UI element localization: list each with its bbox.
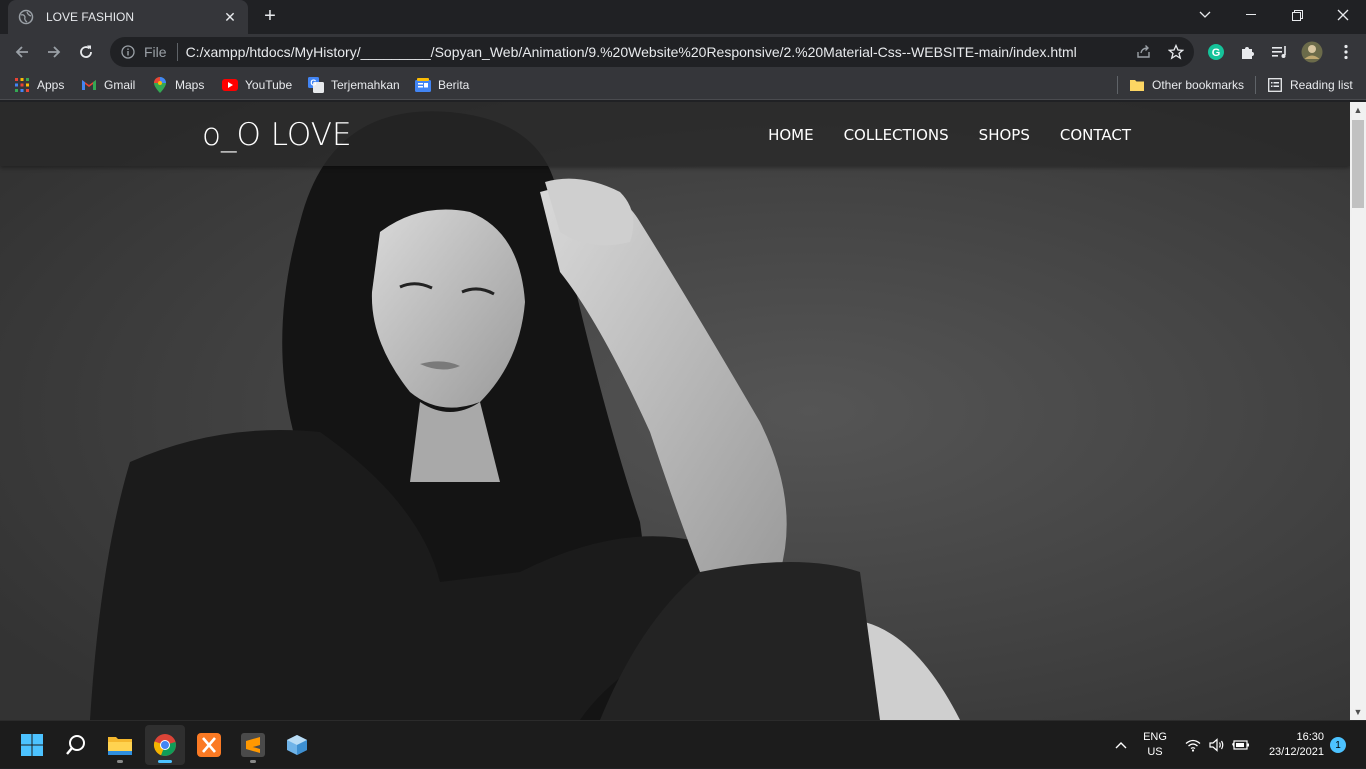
reading-list-button[interactable]: Reading list — [1267, 75, 1353, 95]
input-language-indicator[interactable]: ENG US — [1136, 721, 1174, 769]
bookmarks-divider — [1117, 76, 1118, 94]
bookmark-translate[interactable]: G Terjemahkan — [308, 75, 400, 95]
url-text[interactable]: C:/xampp/htdocs/MyHistory/_________/Sopy… — [186, 44, 1194, 60]
bookmarks-bar: Apps Gmail Maps YouTube G Terjemahkan Be… — [0, 70, 1366, 100]
nav-menu: HOME COLLECTIONS SHOPS CONTACT — [768, 126, 1131, 144]
wifi-icon[interactable] — [1182, 721, 1204, 769]
other-bookmarks-folder[interactable]: Other bookmarks — [1129, 75, 1244, 95]
bookmark-apps[interactable]: Apps — [14, 75, 64, 95]
youtube-icon — [222, 77, 238, 93]
reading-list-icon — [1267, 77, 1283, 93]
news-icon — [415, 77, 431, 93]
nav-collections-link[interactable]: COLLECTIONS — [844, 126, 949, 144]
running-indicator — [117, 760, 123, 763]
svg-text:G: G — [310, 79, 316, 88]
keyboard-layout: US — [1147, 746, 1163, 758]
media-control-icon[interactable] — [1266, 38, 1294, 66]
site-navbar: o_O LOVE HOME COLLECTIONS SHOPS CONTACT — [0, 102, 1350, 166]
folder-icon — [1129, 77, 1145, 93]
forward-button[interactable] — [40, 38, 68, 66]
scroll-up-arrow-icon[interactable]: ▲ — [1350, 102, 1366, 118]
windows-taskbar: ENG US 16:30 23/12/2021 1 — [0, 720, 1366, 768]
battery-icon[interactable] — [1230, 721, 1252, 769]
virtualbox-cube-icon[interactable] — [277, 725, 317, 765]
bookmark-star-icon[interactable] — [1167, 43, 1185, 63]
apps-grid-icon — [14, 77, 30, 93]
page-scrollbar[interactable]: ▲ ▼ — [1350, 102, 1366, 720]
new-tab-button[interactable]: + — [258, 6, 282, 28]
bookmark-gmail[interactable]: Gmail — [81, 75, 135, 95]
scroll-down-arrow-icon[interactable]: ▼ — [1350, 704, 1366, 720]
scrollbar-thumb[interactable] — [1352, 120, 1364, 208]
file-explorer-icon[interactable] — [100, 725, 140, 765]
extensions-puzzle-icon[interactable] — [1234, 38, 1262, 66]
show-hidden-icons-chevron-icon[interactable] — [1110, 721, 1132, 769]
sublime-text-icon[interactable] — [233, 725, 273, 765]
site-logo[interactable]: o_O LOVE — [202, 117, 352, 153]
browser-tab[interactable]: LOVE FASHION ✕ — [8, 0, 248, 34]
clock-date-text: 23/12/2021 — [1268, 746, 1324, 758]
bookmark-label: YouTube — [245, 78, 293, 92]
back-button[interactable] — [8, 38, 36, 66]
bookmark-label: Terjemahkan — [331, 78, 400, 92]
bookmark-news[interactable]: Berita — [415, 75, 469, 95]
gmail-icon — [81, 77, 97, 93]
profile-avatar[interactable] — [1298, 38, 1326, 66]
tab-title: LOVE FASHION — [46, 10, 135, 24]
close-tab-icon[interactable]: ✕ — [222, 9, 238, 25]
address-divider — [176, 43, 178, 61]
grammarly-extension-icon[interactable]: G — [1202, 38, 1230, 66]
tab-search-icon[interactable] — [1182, 0, 1228, 30]
tab-strip: LOVE FASHION ✕ + — [0, 0, 1366, 34]
nav-shops-link[interactable]: SHOPS — [979, 126, 1030, 144]
bookmark-maps[interactable]: Maps — [152, 75, 204, 95]
reading-list-label: Reading list — [1290, 78, 1353, 92]
chrome-taskbar-icon[interactable] — [145, 725, 185, 765]
clock-date[interactable]: 16:30 23/12/2021 — [1258, 721, 1324, 769]
nav-home-link[interactable]: HOME — [768, 126, 814, 144]
xampp-icon[interactable] — [189, 725, 229, 765]
svg-text:G: G — [1212, 47, 1221, 59]
share-icon[interactable] — [1136, 44, 1152, 63]
url-scheme-label: File — [144, 44, 167, 60]
chrome-menu-icon[interactable] — [1332, 38, 1360, 66]
search-icon[interactable] — [56, 725, 96, 765]
close-window-button[interactable] — [1320, 0, 1366, 30]
minimize-window-button[interactable] — [1228, 0, 1274, 30]
notification-badge[interactable]: 1 — [1330, 737, 1346, 753]
globe-icon — [18, 9, 34, 25]
windows-start-icon[interactable] — [12, 725, 52, 765]
language-code: ENG — [1143, 731, 1167, 743]
bookmark-label: Apps — [37, 78, 65, 92]
bookmarks-divider — [1255, 76, 1256, 94]
running-indicator — [250, 760, 256, 763]
bookmark-label: Maps — [175, 78, 205, 92]
clock-time: 16:30 — [1296, 731, 1324, 743]
maps-icon — [152, 77, 168, 93]
reload-button[interactable] — [72, 38, 100, 66]
bookmark-label: Berita — [438, 78, 470, 92]
nav-contact-link[interactable]: CONTACT — [1060, 126, 1131, 144]
hero-background — [0, 102, 1350, 720]
bookmark-label: Gmail — [104, 78, 136, 92]
site-info-icon[interactable] — [120, 44, 136, 60]
bookmark-youtube[interactable]: YouTube — [222, 75, 292, 95]
volume-icon[interactable] — [1206, 721, 1228, 769]
hero-model-photo — [0, 102, 1350, 720]
other-bookmarks-label: Other bookmarks — [1152, 78, 1245, 92]
translate-icon: G — [308, 77, 324, 93]
page-viewport: o_O LOVE HOME COLLECTIONS SHOPS CONTACT — [0, 102, 1350, 720]
restore-window-button[interactable] — [1274, 0, 1320, 30]
active-indicator — [158, 760, 172, 763]
browser-toolbar: File C:/xampp/htdocs/MyHistory/_________… — [0, 34, 1366, 70]
address-bar[interactable]: File C:/xampp/htdocs/MyHistory/_________… — [110, 37, 1194, 67]
